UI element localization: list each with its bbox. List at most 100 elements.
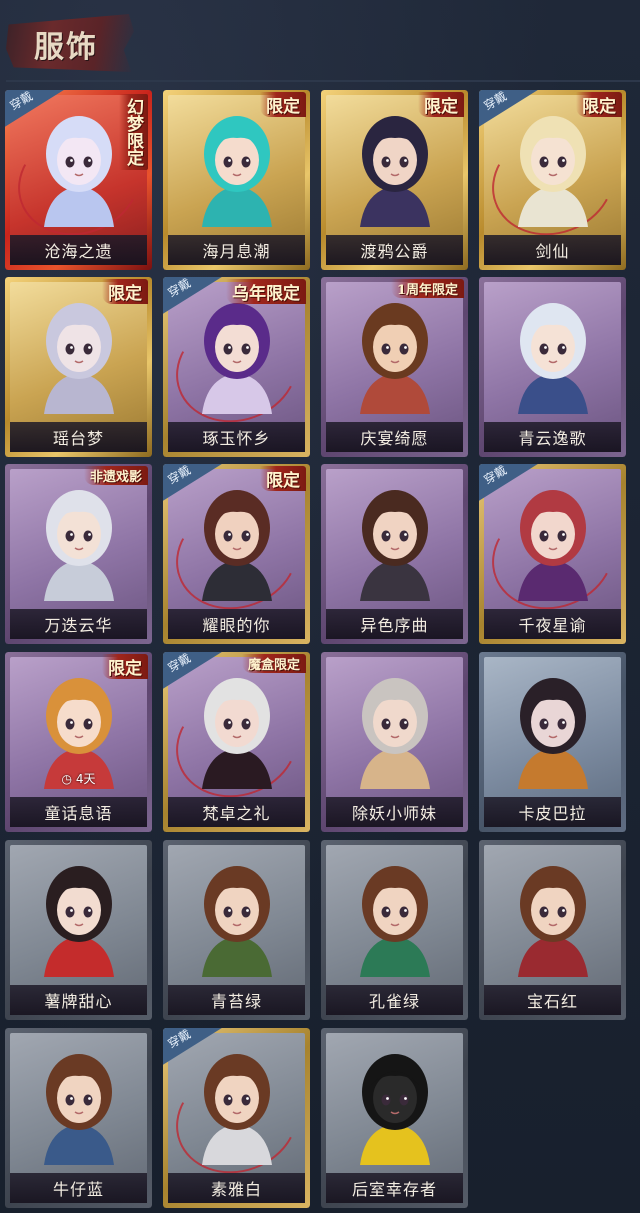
card-name-bar: 素雅白 (168, 1173, 305, 1203)
character-eye-left (65, 530, 74, 542)
eye-highlight-right (87, 159, 91, 162)
eye-highlight-left (69, 721, 73, 724)
character-face (56, 885, 101, 935)
outfit-card[interactable]: 非遗戏影 万迭云华 (5, 464, 152, 644)
eye-highlight-right (245, 909, 249, 912)
card-name-bar: 琢玉怀乡 (168, 422, 305, 452)
eye-highlight-right (403, 533, 407, 536)
eye-highlight-right (403, 721, 407, 724)
character-portrait (201, 1054, 272, 1165)
outfit-card[interactable]: 除妖小师妹 (321, 652, 468, 832)
limited-tag: 1周年限定 (390, 279, 464, 298)
eye-highlight-right (403, 159, 407, 162)
outfit-card[interactable]: 青苔绿 (163, 840, 310, 1020)
character-outfit (517, 748, 588, 789)
character-portrait (517, 678, 588, 789)
time-remaining: ◷ 4天 (61, 772, 96, 786)
outfit-card[interactable]: 限定 瑶台梦 (5, 277, 152, 457)
character-portrait (201, 303, 272, 414)
character-face (56, 322, 101, 372)
outfit-name: 薯牌甜心 (44, 992, 113, 1011)
character-face (372, 885, 417, 935)
character-eye-right (83, 530, 92, 542)
outfit-name: 青苔绿 (210, 992, 262, 1011)
outfit-card[interactable]: 异色序曲 (321, 464, 468, 644)
character-outfit (43, 373, 114, 414)
section-title: 服饰 (34, 30, 98, 65)
outfit-card[interactable]: 穿戴 乌年限定 琢玉怀乡 (163, 277, 310, 457)
limited-tag: 幻梦限定 (119, 94, 148, 170)
eye-highlight-left (227, 1097, 231, 1100)
character-portrait (201, 116, 272, 227)
outfit-card[interactable]: 1周年限定 庆宴绮愿 (321, 277, 468, 457)
outfit-card[interactable]: 薯牌甜心 (5, 840, 152, 1020)
eye-highlight-right (561, 721, 565, 724)
outfit-name: 异色序曲 (360, 616, 429, 635)
outfit-card[interactable]: 宝石红 (479, 840, 626, 1020)
card-name-bar: 薯牌甜心 (10, 985, 147, 1015)
outfit-card[interactable]: 穿戴 限定 剑仙 (479, 90, 626, 270)
character-eye-right (399, 718, 408, 730)
outfit-card[interactable]: 穿戴 千夜星谕 (479, 464, 626, 644)
outfit-card[interactable]: 牛仔蓝 (5, 1028, 152, 1208)
limited-tag: 限定 (260, 466, 306, 491)
character-face (214, 509, 259, 559)
outfit-card[interactable]: 后室幸存者 (321, 1028, 468, 1208)
wearing-badge-label: 穿戴 (481, 90, 510, 113)
outfit-card[interactable]: 卡皮巴拉 (479, 652, 626, 832)
card-name-bar: 沧海之遗 (10, 235, 147, 265)
character-outfit (43, 560, 114, 601)
character-face (372, 697, 417, 747)
card-name-bar: 耀眼的你 (168, 609, 305, 639)
outfit-card[interactable]: 穿戴 素雅白 (163, 1028, 310, 1208)
wearing-badge-label: 穿戴 (165, 1028, 194, 1051)
character-outfit (201, 186, 272, 227)
outfit-name: 千夜星谕 (518, 616, 587, 635)
character-face (214, 322, 259, 372)
character-eye-left (539, 156, 548, 168)
character-eye-right (241, 530, 250, 542)
eye-highlight-left (69, 346, 73, 349)
card-name-bar: 渡鸦公爵 (326, 235, 463, 265)
outfit-name: 后室幸存者 (351, 1180, 437, 1199)
outfit-card[interactable]: 孔雀绿 (321, 840, 468, 1020)
outfit-card[interactable]: 青云逸歌 (479, 277, 626, 457)
character-eye-left (65, 1094, 74, 1106)
card-name-bar: 千夜星谕 (484, 609, 621, 639)
character-face (530, 509, 575, 559)
character-eye-left (65, 156, 74, 168)
outfit-card[interactable]: 限定 海月息潮 (163, 90, 310, 270)
character-portrait (43, 303, 114, 414)
character-portrait (517, 490, 588, 601)
eye-highlight-left (543, 721, 547, 724)
character-portrait (517, 866, 588, 977)
outfit-card[interactable]: 穿戴 幻梦限定 沧海之遗 (5, 90, 152, 270)
eye-highlight-right (245, 159, 249, 162)
character-eye-left (223, 156, 232, 168)
card-name-bar: 剑仙 (484, 235, 621, 265)
character-outfit (359, 186, 430, 227)
card-name-bar: 卡皮巴拉 (484, 797, 621, 827)
character-eye-left (223, 1094, 232, 1106)
character-eye-left (65, 343, 74, 355)
card-name-bar: 万迭云华 (10, 609, 147, 639)
character-outfit (359, 1124, 430, 1165)
limited-tag: 乌年限定 (226, 279, 306, 304)
character-face (530, 135, 575, 185)
outfit-card[interactable]: 限定 ◷ 4天 童话息语 (5, 652, 152, 832)
card-name-bar: 宝石红 (484, 985, 621, 1015)
eye-highlight-right (561, 346, 565, 349)
character-eye-right (83, 906, 92, 918)
character-outfit (359, 936, 430, 977)
outfit-card[interactable]: 穿戴 魔盒限定 梵卓之礼 (163, 652, 310, 832)
outfit-name: 琢玉怀乡 (202, 429, 271, 448)
outfit-card[interactable]: 限定 渡鸦公爵 (321, 90, 468, 270)
character-face (214, 1073, 259, 1123)
eye-highlight-right (87, 533, 91, 536)
outfit-card[interactable]: 穿戴 限定 耀眼的你 (163, 464, 310, 644)
character-face (214, 697, 259, 747)
character-eye-right (399, 156, 408, 168)
character-face (372, 1073, 417, 1123)
character-outfit (359, 373, 430, 414)
eye-highlight-left (227, 909, 231, 912)
